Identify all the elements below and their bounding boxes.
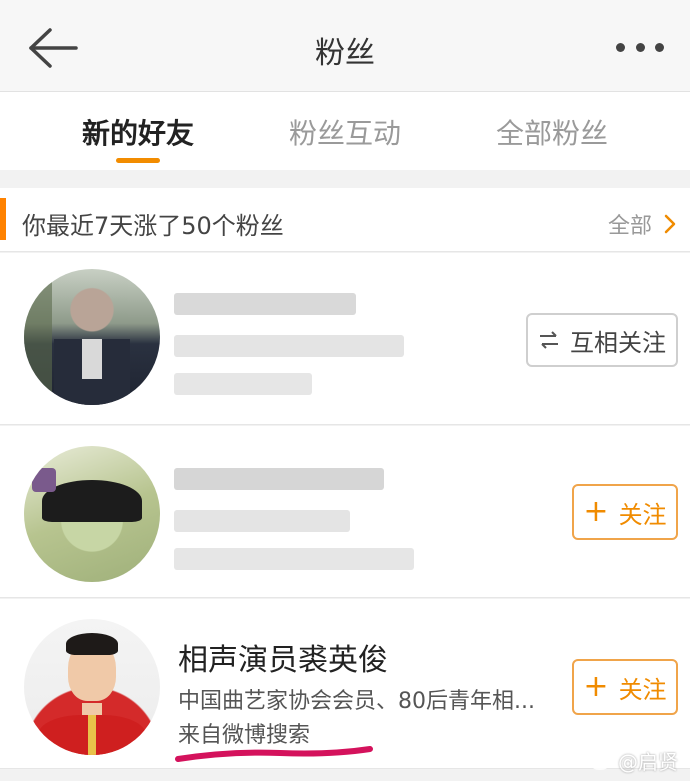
tab-active-indicator — [116, 158, 160, 163]
avatar[interactable] — [24, 619, 160, 755]
blurred-name — [174, 468, 384, 490]
plus-icon: + — [583, 494, 609, 529]
summary-text: 你最近7天涨了50个粉丝 — [22, 212, 284, 240]
nav-bar: 粉丝 — [0, 0, 690, 92]
user-name[interactable]: 相声演员裘英俊 — [178, 635, 388, 679]
blurred-source — [174, 373, 312, 395]
follow-label: 关注 — [618, 500, 667, 529]
page-title: 粉丝 — [315, 36, 375, 71]
see-all-link[interactable]: 全部 — [608, 208, 676, 240]
tab-all-fans[interactable]: 全部粉丝 — [452, 112, 652, 152]
accent-bar — [0, 198, 6, 240]
fan-growth-summary: 你最近7天涨了50个粉丝 全部 — [0, 188, 690, 252]
avatar[interactable] — [24, 446, 160, 582]
tab-new-friends[interactable]: 新的好友 — [38, 112, 238, 152]
blurred-description — [174, 335, 404, 357]
follow-button[interactable]: + 关注 — [572, 484, 678, 540]
mutual-follow-button[interactable]: 互相关注 — [526, 313, 678, 367]
blurred-description — [174, 510, 350, 532]
swap-arrows-icon — [540, 331, 558, 349]
see-all-label: 全部 — [607, 214, 652, 239]
fan-row[interactable]: 互相关注 — [0, 253, 690, 425]
user-description: 中国曲艺家协会会员、80后青年相... — [178, 689, 535, 714]
watermark-text: @启贤 — [618, 750, 678, 774]
fan-row[interactable]: 相声演员裘英俊 中国曲艺家协会会员、80后青年相... 来自微博搜索 + 关注 — [0, 599, 690, 769]
blurred-source — [174, 548, 414, 570]
highlight-underline — [175, 746, 373, 762]
weibo-logo-icon — [590, 752, 613, 770]
tab-bar: 新的好友 粉丝互动 全部粉丝 — [0, 92, 690, 170]
fan-row[interactable]: + 关注 — [0, 426, 690, 598]
follow-label: 关注 — [618, 675, 667, 704]
chevron-right-icon — [664, 214, 676, 234]
watermark: @启贤 — [590, 746, 678, 775]
follow-button[interactable]: + 关注 — [572, 659, 678, 715]
mutual-follow-label: 互相关注 — [570, 328, 666, 357]
tab-fan-interaction[interactable]: 粉丝互动 — [245, 112, 445, 152]
more-dots-icon[interactable] — [616, 40, 664, 54]
plus-icon: + — [583, 669, 609, 704]
avatar[interactable] — [24, 269, 160, 405]
blurred-name — [174, 293, 356, 315]
